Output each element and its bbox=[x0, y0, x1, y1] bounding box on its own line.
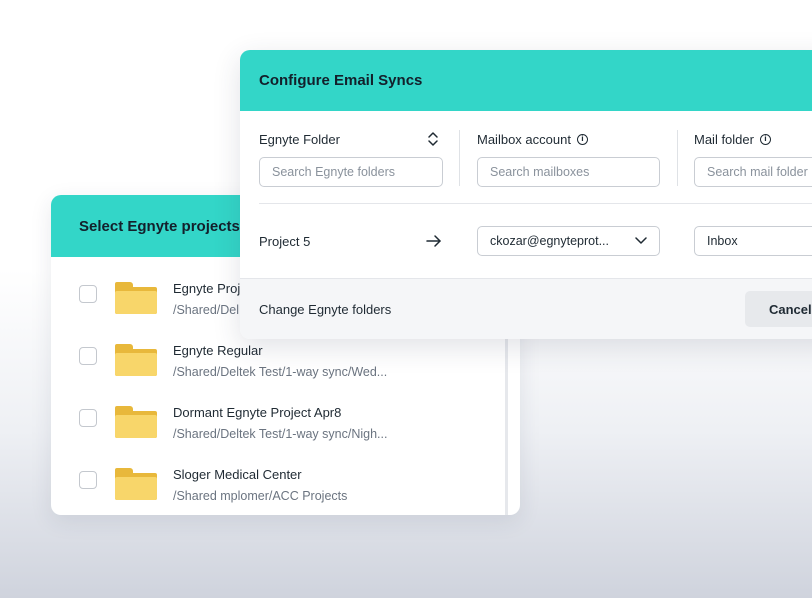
egnyte-folder-label-text: Egnyte Folder bbox=[259, 132, 340, 147]
chevron-down-icon bbox=[635, 237, 647, 244]
project-name: Project 5 bbox=[259, 234, 311, 249]
project-list-item[interactable]: Dormant Egnyte Project Apr8 /Shared/Delt… bbox=[51, 381, 520, 443]
cancel-button[interactable]: Cancel bbox=[745, 291, 812, 327]
search-mailboxes-input[interactable]: Search mailboxes bbox=[477, 157, 660, 187]
project-checkbox[interactable] bbox=[79, 285, 97, 303]
change-egnyte-folders-link[interactable]: Change Egnyte folders bbox=[259, 302, 391, 317]
mailbox-select[interactable]: ckozar@egnyteprot... bbox=[477, 226, 660, 256]
mail-folder-select-value: Inbox bbox=[707, 234, 738, 248]
folder-icon bbox=[115, 406, 157, 438]
project-list-item[interactable]: Sloger Medical Center /Shared mplomer/AC… bbox=[51, 443, 520, 505]
info-icon[interactable]: i bbox=[576, 134, 588, 145]
configure-email-syncs-panel: Configure Email Syncs Egnyte Folder Mail… bbox=[240, 50, 812, 339]
project-name: Sloger Medical Center bbox=[173, 467, 302, 482]
mail-folder-select[interactable]: Inbox bbox=[694, 226, 812, 256]
search-mail-folder-input[interactable]: Search mail folder bbox=[694, 157, 812, 187]
project-checkbox[interactable] bbox=[79, 409, 97, 427]
mailbox-select-value: ckozar@egnyteprot... bbox=[490, 234, 609, 248]
sort-icon[interactable] bbox=[427, 131, 439, 147]
mail-folder-label-text: Mail folder bbox=[694, 132, 754, 147]
divider bbox=[259, 203, 812, 204]
project-path: /Shared mplomer/ACC Projects bbox=[173, 489, 348, 503]
arrow-right-icon bbox=[426, 235, 441, 247]
folder-icon bbox=[115, 468, 157, 500]
project-checkbox[interactable] bbox=[79, 347, 97, 365]
folder-icon bbox=[115, 282, 157, 314]
search-egnyte-folders-input[interactable]: Search Egnyte folders bbox=[259, 157, 443, 187]
config-panel-title: Configure Email Syncs bbox=[240, 50, 812, 111]
info-icon[interactable]: i bbox=[759, 134, 771, 145]
egnyte-folder-label: Egnyte Folder bbox=[259, 132, 340, 147]
column-divider bbox=[459, 130, 460, 186]
project-path: /Shared/Del bbox=[173, 303, 240, 317]
mailbox-account-label: Mailbox account i bbox=[477, 132, 588, 147]
project-name: Egnyte Regular bbox=[173, 343, 263, 358]
project-name: Egnyte Proj bbox=[173, 281, 241, 296]
project-path: /Shared/Deltek Test/1-way sync/Wed... bbox=[173, 365, 388, 379]
folder-icon bbox=[115, 344, 157, 376]
mailbox-account-label-text: Mailbox account bbox=[477, 132, 571, 147]
project-path: /Shared/Deltek Test/1-way sync/Nigh... bbox=[173, 427, 388, 441]
config-panel-footer: Change Egnyte folders Cancel bbox=[240, 278, 812, 339]
column-divider bbox=[677, 130, 678, 186]
project-name: Dormant Egnyte Project Apr8 bbox=[173, 405, 342, 420]
mail-folder-label: Mail folder i bbox=[694, 132, 771, 147]
project-checkbox[interactable] bbox=[79, 471, 97, 489]
